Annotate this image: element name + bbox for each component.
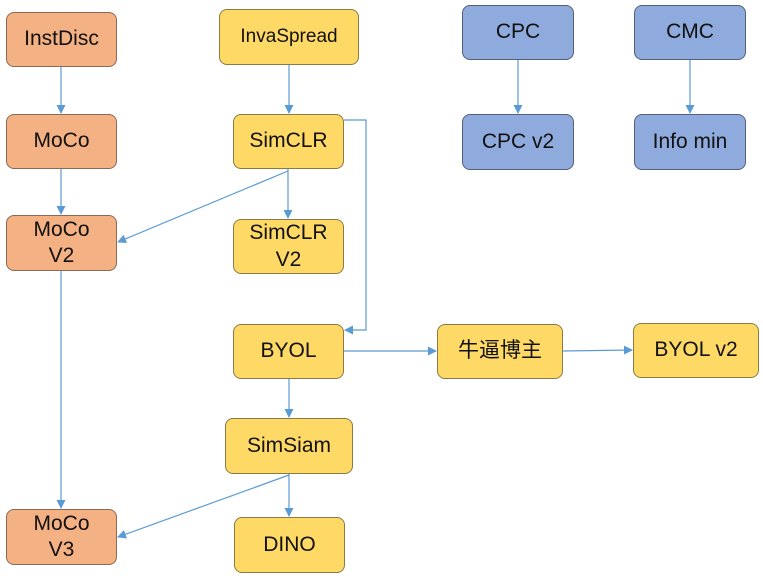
node-byol-v2: BYOL v2 bbox=[633, 323, 759, 378]
node-simclr: SimCLR bbox=[233, 114, 344, 169]
node-cmc: CMC bbox=[634, 5, 746, 60]
arrow-simclr-to-byol bbox=[344, 119, 367, 335]
method-lineage-diagram: InstDisc MoCo MoCo V2 MoCo V3 InvaSpread… bbox=[0, 0, 763, 576]
arrow-niubi-blogger-to-byol-v2 bbox=[562, 345, 633, 355]
node-cpc-v2: CPC v2 bbox=[462, 114, 574, 170]
node-simclr-v2: SimCLR V2 bbox=[233, 219, 344, 274]
node-moco-v2: MoCo V2 bbox=[6, 215, 117, 271]
node-cpc: CPC bbox=[462, 5, 574, 60]
node-niubi-blogger: 牛逼博主 bbox=[437, 324, 563, 379]
node-dino: DINO bbox=[234, 517, 345, 573]
node-moco-v3: MoCo V3 bbox=[6, 509, 117, 565]
node-invaspread: InvaSpread bbox=[219, 9, 359, 65]
node-byol: BYOL bbox=[233, 324, 344, 379]
node-info-min: Info min bbox=[634, 114, 746, 170]
node-instdisc: InstDisc bbox=[6, 12, 117, 67]
node-moco: MoCo bbox=[6, 114, 117, 169]
node-simsiam: SimSiam bbox=[225, 418, 353, 474]
connector-arrows bbox=[56, 60, 695, 539]
